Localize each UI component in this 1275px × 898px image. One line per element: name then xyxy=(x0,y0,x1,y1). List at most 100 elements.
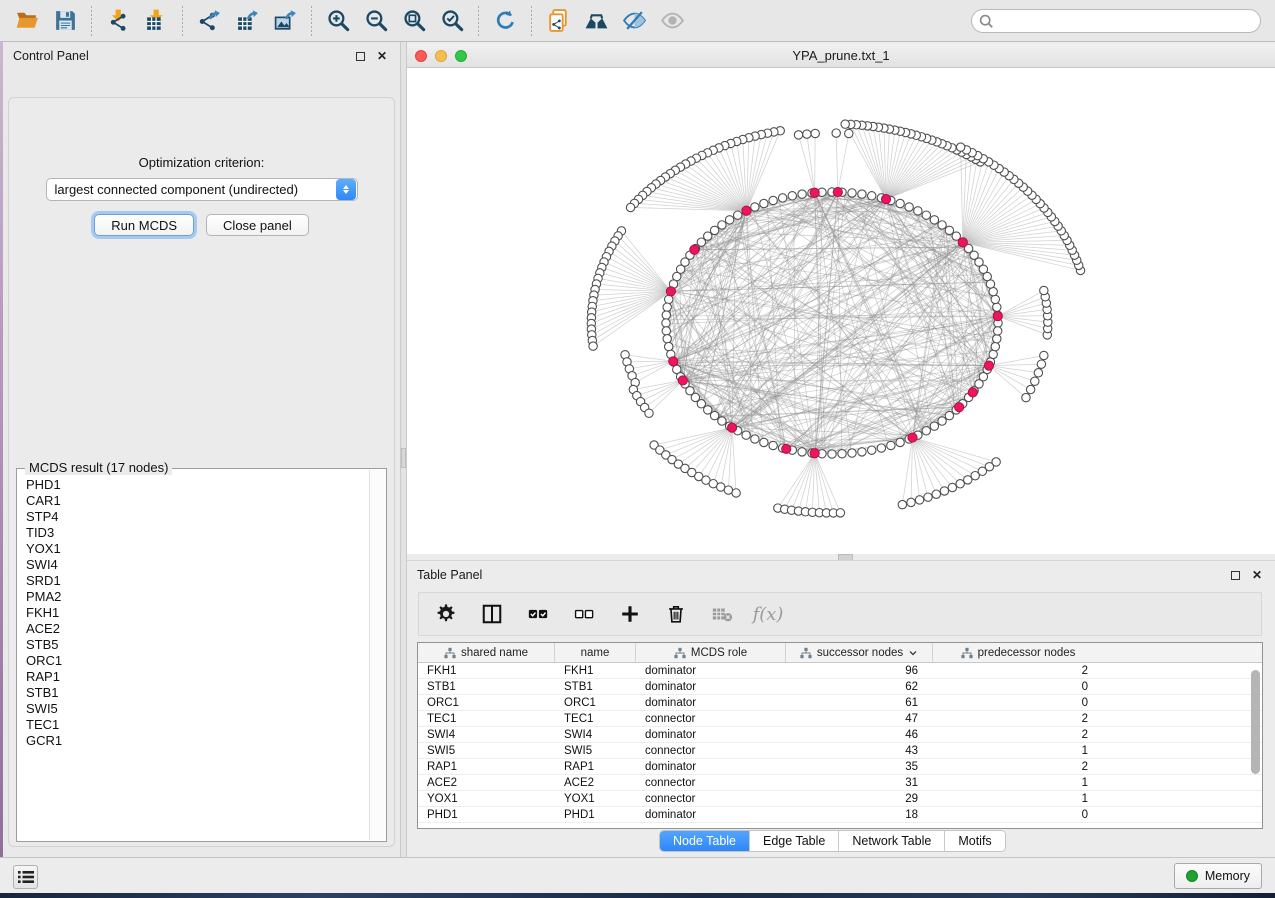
close-panel-icon[interactable]: ✕ xyxy=(374,48,390,64)
float-table-panel-icon[interactable] xyxy=(1227,567,1243,583)
tab-motifs[interactable]: Motifs xyxy=(944,831,1004,851)
table-panel-title: Table Panel xyxy=(417,568,482,582)
table-row[interactable]: TEC1TEC1connector472 xyxy=(418,711,1262,727)
memory-button[interactable]: Memory xyxy=(1174,863,1262,889)
function-builder-icon: f(x) xyxy=(753,599,783,629)
search-input[interactable] xyxy=(971,9,1261,33)
mcds-result-item[interactable]: RAP1 xyxy=(26,669,386,685)
search-icon xyxy=(979,14,993,28)
panel-menu-button[interactable] xyxy=(13,865,38,889)
export-image-icon[interactable] xyxy=(266,4,304,38)
run-mcds-button[interactable]: Run MCDS xyxy=(94,214,194,236)
table-cell: ACE2 xyxy=(418,775,555,790)
optimization-criterion-select[interactable]: largest connected component (undirected) xyxy=(46,178,358,201)
mcds-result-item[interactable]: SWI4 xyxy=(26,557,386,573)
refresh-icon[interactable] xyxy=(486,4,524,38)
column-header-MCDS-role[interactable]: MCDS role xyxy=(636,643,786,662)
zoom-selected-icon[interactable] xyxy=(433,4,471,38)
status-bar: Memory xyxy=(0,857,1275,893)
table-row[interactable]: PHD1PHD1dominator180 xyxy=(418,807,1262,823)
mcds-result-item[interactable]: SRD1 xyxy=(26,573,386,589)
table-cell: RAP1 xyxy=(418,759,555,774)
close-panel-button[interactable]: Close panel xyxy=(206,214,309,236)
mcds-result-item[interactable]: GCR1 xyxy=(26,733,386,749)
sort-desc-icon xyxy=(908,648,918,658)
mcds-result-item[interactable]: PHD1 xyxy=(26,477,386,493)
table-column-icon xyxy=(800,647,812,659)
export-table-icon[interactable] xyxy=(228,4,266,38)
desktop-wallpaper xyxy=(0,893,1275,898)
table-settings-gear-icon[interactable] xyxy=(431,599,461,629)
splitter-grip[interactable] xyxy=(401,448,406,468)
table-row[interactable]: RAP1RAP1dominator352 xyxy=(418,759,1262,775)
column-header-shared-name[interactable]: shared name xyxy=(418,643,555,662)
table-scrollbar-thumb[interactable] xyxy=(1251,670,1260,774)
new-network-from-selection-icon[interactable] xyxy=(539,4,577,38)
float-panel-icon[interactable] xyxy=(352,48,368,64)
table-cell: YOX1 xyxy=(418,791,555,806)
mcds-result-item[interactable]: STB1 xyxy=(26,685,386,701)
table-row[interactable]: ORC1ORC1dominator610 xyxy=(418,695,1262,711)
hide-selected-icon[interactable] xyxy=(615,4,653,38)
table-cell: SWI5 xyxy=(418,743,555,758)
mcds-result-item[interactable]: ORC1 xyxy=(26,653,386,669)
mcds-result-item[interactable]: ACE2 xyxy=(26,621,386,637)
mcds-result-item[interactable]: STP4 xyxy=(26,509,386,525)
import-table-icon[interactable] xyxy=(137,4,175,38)
network-graph[interactable] xyxy=(407,68,1275,552)
mcds-result-item[interactable]: CAR1 xyxy=(26,493,386,509)
mcds-result-item[interactable]: YOX1 xyxy=(26,541,386,557)
show-columns-icon[interactable] xyxy=(477,599,507,629)
table-row[interactable]: FKH1FKH1dominator962 xyxy=(418,663,1262,679)
tab-node-table[interactable]: Node Table xyxy=(660,831,749,851)
column-header-name[interactable]: name xyxy=(555,643,636,662)
table-cell: 96 xyxy=(786,663,933,678)
mcds-result-item[interactable]: PMA2 xyxy=(26,589,386,605)
delete-column-icon[interactable] xyxy=(661,599,691,629)
table-cell: 2 xyxy=(933,711,1103,726)
column-header-successor-nodes[interactable]: successor nodes xyxy=(786,643,933,662)
table-row[interactable]: ACE2ACE2connector311 xyxy=(418,775,1262,791)
table-cell: SWI4 xyxy=(555,727,636,742)
table-cell: FKH1 xyxy=(555,663,636,678)
table-row[interactable]: STB1STB1dominator620 xyxy=(418,679,1262,695)
main-toolbar xyxy=(0,0,1275,42)
zoom-fit-icon[interactable] xyxy=(395,4,433,38)
table-cell: dominator xyxy=(636,759,786,774)
table-cell: 1 xyxy=(933,743,1103,758)
close-table-panel-icon[interactable]: ✕ xyxy=(1249,567,1265,583)
create-column-icon[interactable] xyxy=(615,599,645,629)
table-cell: dominator xyxy=(636,679,786,694)
mcds-result-item[interactable]: FKH1 xyxy=(26,605,386,621)
mcds-result-item[interactable]: SWI5 xyxy=(26,701,386,717)
tab-network-table[interactable]: Network Table xyxy=(838,831,944,851)
table-cell: 2 xyxy=(933,663,1103,678)
select-all-rows-icon[interactable] xyxy=(523,599,553,629)
table-cell: 46 xyxy=(786,727,933,742)
table-scrollbar[interactable] xyxy=(1251,666,1260,826)
mcds-result-list: PHD1CAR1STP4TID3YOX1SWI4SRD1PMA2FKH1ACE2… xyxy=(17,469,386,749)
first-neighbors-icon[interactable] xyxy=(577,4,615,38)
table-row[interactable]: SWI5SWI5connector431 xyxy=(418,743,1262,759)
node-table[interactable]: shared namenameMCDS rolesuccessor nodes p… xyxy=(417,642,1263,829)
mcds-result-item[interactable]: STB5 xyxy=(26,637,386,653)
table-cell: PHD1 xyxy=(555,807,636,822)
open-file-icon[interactable] xyxy=(8,4,46,38)
table-cell: 1 xyxy=(933,775,1103,790)
mcds-result-item[interactable]: TID3 xyxy=(26,525,386,541)
export-network-icon[interactable] xyxy=(190,4,228,38)
select-stepper-icon xyxy=(336,179,356,200)
column-label: predecessor nodes xyxy=(978,647,1076,659)
column-header-predecessor-nodes[interactable]: predecessor nodes xyxy=(933,643,1103,662)
zoom-in-icon[interactable] xyxy=(319,4,357,38)
import-network-icon[interactable] xyxy=(99,4,137,38)
zoom-out-icon[interactable] xyxy=(357,4,395,38)
deselect-all-rows-icon[interactable] xyxy=(569,599,599,629)
mcds-result-scrollbar[interactable] xyxy=(369,470,385,840)
tab-edge-table[interactable]: Edge Table xyxy=(749,831,838,851)
table-row[interactable]: YOX1YOX1connector291 xyxy=(418,791,1262,807)
mcds-result-item[interactable]: TEC1 xyxy=(26,717,386,733)
table-row[interactable]: SWI4SWI4dominator462 xyxy=(418,727,1262,743)
save-session-icon[interactable] xyxy=(46,4,84,38)
vertical-splitter[interactable] xyxy=(400,42,407,857)
